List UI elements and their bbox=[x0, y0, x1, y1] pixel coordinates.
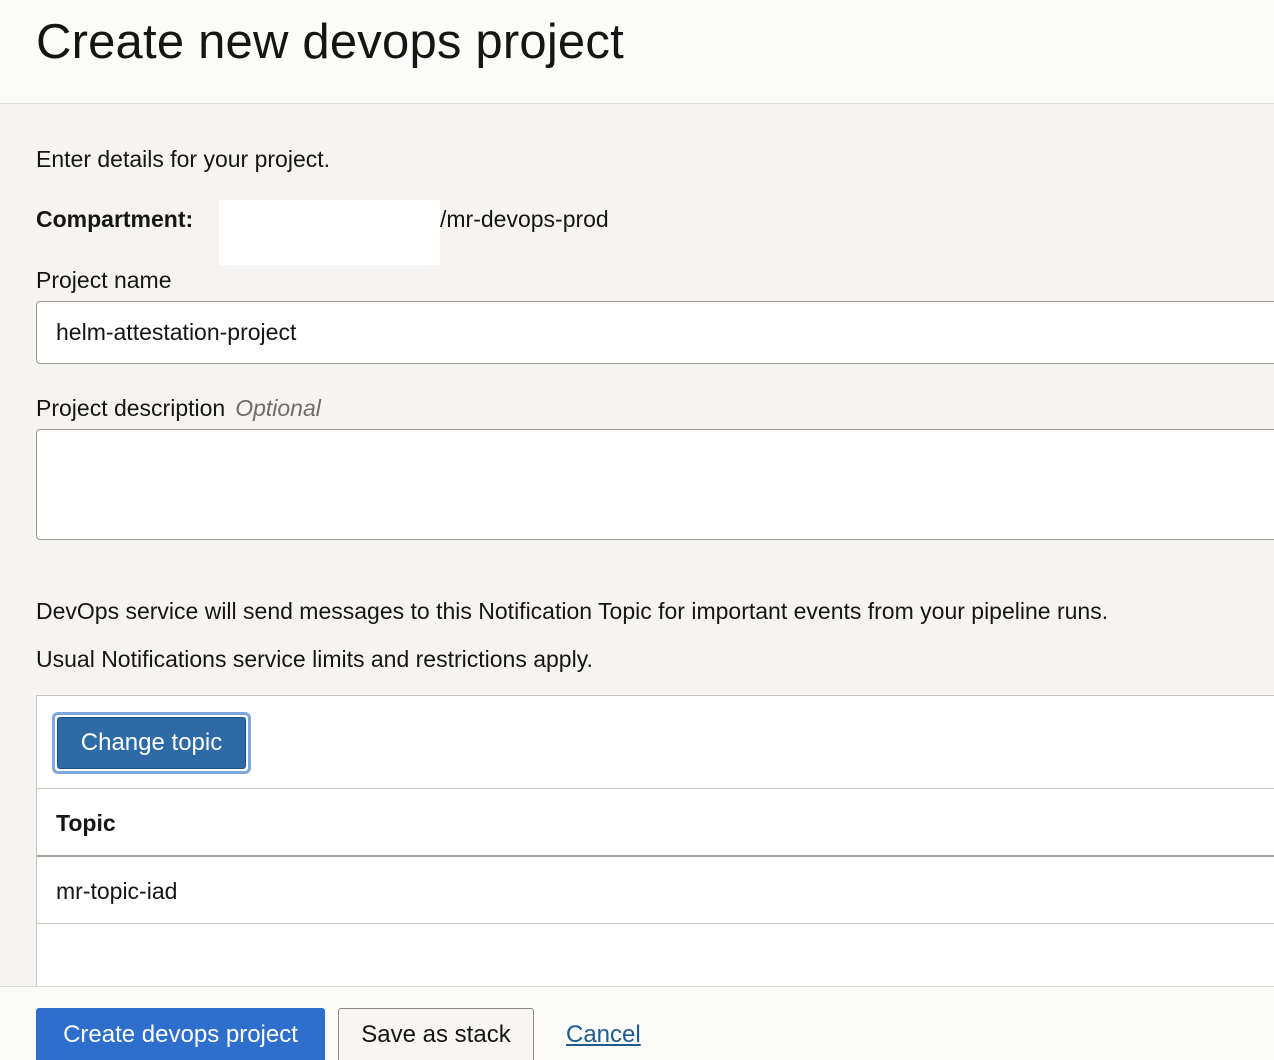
table-row-divider bbox=[37, 923, 1274, 924]
table-row: mr-topic-iad bbox=[56, 878, 178, 904]
create-devops-project-panel: Create new devops project Enter details … bbox=[0, 0, 1274, 1060]
create-devops-project-button[interactable]: Create devops project bbox=[36, 1008, 325, 1060]
optional-hint: Optional bbox=[235, 395, 321, 421]
notification-info-line-2: Usual Notifications service limits and r… bbox=[36, 646, 593, 672]
notification-topic-panel: Change topic Topic mr-topic-iad bbox=[36, 695, 1274, 995]
compartment-value: /mr-devops-prod bbox=[440, 206, 609, 232]
redaction-block bbox=[219, 200, 440, 265]
project-description-label: Project description bbox=[36, 395, 226, 421]
change-topic-button[interactable]: Change topic bbox=[57, 717, 246, 769]
project-name-input[interactable]: helm-attestation-project bbox=[36, 301, 1274, 364]
page-title: Create new devops project bbox=[36, 15, 624, 69]
project-description-label-row: Project description Optional bbox=[36, 394, 321, 422]
panel-footer: Create devops project Save as stack Canc… bbox=[0, 986, 1274, 1060]
notification-info-line-1: DevOps service will send messages to thi… bbox=[36, 598, 1109, 624]
table-header-divider bbox=[37, 855, 1274, 857]
save-as-stack-button[interactable]: Save as stack bbox=[338, 1008, 534, 1060]
compartment-row: Compartment: /mr-devops-prod bbox=[36, 205, 609, 233]
project-description-textarea[interactable] bbox=[36, 429, 1274, 540]
change-topic-focus-ring: Change topic bbox=[52, 712, 251, 774]
compartment-label: Compartment: bbox=[36, 206, 194, 232]
table-divider bbox=[37, 788, 1274, 789]
table-header-topic: Topic bbox=[56, 810, 116, 836]
project-name-label: Project name bbox=[36, 267, 172, 293]
panel-header: Create new devops project bbox=[0, 0, 1274, 104]
cancel-link[interactable]: Cancel bbox=[566, 1021, 641, 1049]
intro-text: Enter details for your project. bbox=[36, 146, 331, 172]
